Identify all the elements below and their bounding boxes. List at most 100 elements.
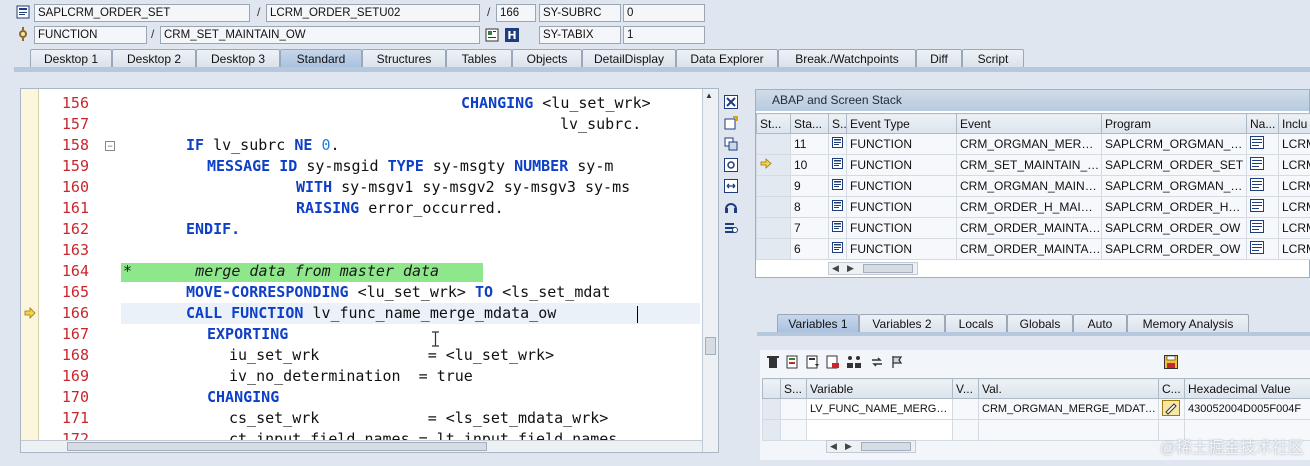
tab-locals[interactable]: Locals xyxy=(945,314,1007,333)
save-variables-icon[interactable] xyxy=(826,355,840,369)
table-row[interactable]: 11 FUNCTION CRM_ORGMAN_MERGE_... SAPLCRM… xyxy=(756,133,1310,155)
variable-name-field[interactable]: LV_FUNC_NAME_MERGE_... xyxy=(806,398,953,420)
display-icon[interactable] xyxy=(485,28,499,42)
tab-memory-analysis[interactable]: Memory Analysis xyxy=(1127,314,1249,333)
col-header[interactable]: St... xyxy=(756,113,791,134)
tab-globals[interactable]: Globals xyxy=(1007,314,1073,333)
col-header[interactable]: C... xyxy=(1158,378,1185,399)
editor-vertical-scrollbar[interactable]: ▲ xyxy=(702,89,718,452)
maximize-icon[interactable] xyxy=(722,156,740,174)
row-selector[interactable] xyxy=(756,154,791,176)
editor-horizontal-scrollbar[interactable] xyxy=(21,440,702,452)
navigate-icon[interactable] xyxy=(1246,238,1279,260)
col-header[interactable]: S... xyxy=(780,378,807,399)
navigate-icon[interactable] xyxy=(1246,175,1279,197)
table-row[interactable]: 6 FUNCTION CRM_ORDER_MAINTAIN... SAPLCRM… xyxy=(756,238,1310,260)
table-row[interactable]: 8 FUNCTION CRM_ORDER_H_MAINTA... SAPLCRM… xyxy=(756,196,1310,218)
tab-diff[interactable]: Diff xyxy=(916,49,962,68)
tab-tables[interactable]: Tables xyxy=(446,49,512,68)
code-editor[interactable]: 156 157 158 159 160 161 162 163 164 165 … xyxy=(20,88,719,453)
stack-table: St... Sta... S... Event Type Event Progr… xyxy=(756,113,1310,260)
line-number: 162 xyxy=(61,220,89,238)
col-header[interactable]: S... xyxy=(828,113,847,134)
new-tool-icon[interactable] xyxy=(722,114,740,132)
navigate-icon[interactable] xyxy=(1246,133,1279,155)
change-cell[interactable] xyxy=(1158,398,1185,420)
scroll-thumb[interactable] xyxy=(705,337,716,355)
scroll-left-icon[interactable]: ◀ xyxy=(830,441,837,452)
table-row[interactable]: 7 FUNCTION CRM_ORDER_MAINTAIN... SAPLCRM… xyxy=(756,217,1310,239)
tab-objects[interactable]: Objects xyxy=(512,49,582,68)
info-icon[interactable]: H xyxy=(505,28,519,42)
tree-icon[interactable] xyxy=(846,355,864,369)
row-selector[interactable] xyxy=(756,238,791,260)
function-field[interactable]: CRM_SET_MAINTAIN_OW xyxy=(160,26,480,44)
col-header[interactable]: Event Type xyxy=(846,113,957,134)
table-row[interactable]: LV_FUNC_NAME_MERGE_... CRM_ORGMAN_MERGE_… xyxy=(762,398,1310,420)
breakpoint-gutter[interactable] xyxy=(21,89,39,452)
row-selector[interactable] xyxy=(756,196,791,218)
row-selector[interactable] xyxy=(756,175,791,197)
pencil-icon[interactable] xyxy=(1162,399,1180,416)
hscroll-thumb[interactable] xyxy=(863,264,913,273)
col-header[interactable]: Program xyxy=(1101,113,1247,134)
navigate-icon[interactable] xyxy=(1246,154,1279,176)
export-icon[interactable] xyxy=(786,355,800,369)
tab-data-explorer[interactable]: Data Explorer xyxy=(676,49,778,68)
col-header[interactable]: Inclu xyxy=(1278,113,1310,134)
row-selector[interactable] xyxy=(762,398,781,420)
tab-desktop-3[interactable]: Desktop 3 xyxy=(196,49,280,68)
variable-name-field[interactable] xyxy=(806,419,953,441)
include-field[interactable]: LCRM_ORDER_SETU02 xyxy=(266,4,480,22)
stack-horizontal-scrollbar[interactable]: ◀ ▶ xyxy=(828,262,918,275)
tab-auto[interactable]: Auto xyxy=(1073,314,1127,333)
tab-structures[interactable]: Structures xyxy=(362,49,446,68)
settings-icon[interactable] xyxy=(722,219,740,237)
services-icon[interactable] xyxy=(722,198,740,216)
scroll-right-icon[interactable]: ▶ xyxy=(847,263,854,274)
save-icon[interactable] xyxy=(1164,355,1178,369)
col-header[interactable]: Na... xyxy=(1246,113,1279,134)
scroll-up-icon[interactable]: ▲ xyxy=(705,91,713,100)
tab-desktop-1[interactable]: Desktop 1 xyxy=(30,49,112,68)
type-field[interactable]: FUNCTION xyxy=(34,26,147,44)
col-header[interactable]: V... xyxy=(952,378,979,399)
include-name: LCRM xyxy=(1278,133,1310,155)
flag-icon[interactable] xyxy=(890,355,904,369)
close-icon[interactable] xyxy=(722,93,740,111)
scroll-right-icon[interactable]: ▶ xyxy=(845,441,852,452)
tab-desktop-2[interactable]: Desktop 2 xyxy=(112,49,196,68)
include-name: LCRM xyxy=(1278,175,1310,197)
col-header[interactable]: Event xyxy=(956,113,1102,134)
tab-break-watchpoints[interactable]: Break./Watchpoints xyxy=(778,49,916,68)
navigate-icon[interactable] xyxy=(1246,217,1279,239)
hscroll-thumb[interactable] xyxy=(861,442,911,451)
col-header[interactable]: Val. xyxy=(978,378,1159,399)
col-header[interactable]: Hexadecimal Value xyxy=(1184,378,1310,399)
program-field[interactable]: SAPLCRM_ORDER_SET xyxy=(34,4,250,22)
col-header[interactable]: Sta... xyxy=(790,113,829,134)
hscroll-thumb[interactable] xyxy=(67,442,487,451)
table-row[interactable]: 9 FUNCTION CRM_ORGMAN_MAINTAI... SAPLCRM… xyxy=(756,175,1310,197)
tab-variables-1[interactable]: Variables 1 xyxy=(777,314,859,333)
tab-detaildisplay[interactable]: DetailDisplay xyxy=(582,49,676,68)
transfer-icon[interactable] xyxy=(870,355,884,369)
row-selector[interactable] xyxy=(756,217,791,239)
tab-standard[interactable]: Standard xyxy=(280,49,362,68)
table-row-current[interactable]: 10 FUNCTION CRM_SET_MAINTAIN_OW SAPLCRM_… xyxy=(756,154,1310,176)
line-field[interactable]: 166 xyxy=(496,4,536,22)
row-selector[interactable] xyxy=(756,133,791,155)
fold-toggle-icon[interactable]: − xyxy=(105,141,115,151)
scroll-left-icon[interactable]: ◀ xyxy=(832,263,839,274)
tab-variables-2[interactable]: Variables 2 xyxy=(859,314,945,333)
tab-script[interactable]: Script xyxy=(962,49,1024,68)
resize-icon[interactable] xyxy=(722,177,740,195)
program-name: SAPLCRM_ORGMAN_OW xyxy=(1101,175,1247,197)
variables-horizontal-scrollbar[interactable]: ◀ ▶ xyxy=(826,440,916,453)
navigate-icon[interactable] xyxy=(1246,196,1279,218)
import-icon[interactable] xyxy=(806,355,820,369)
swap-tool-icon[interactable] xyxy=(722,135,740,153)
row-selector[interactable] xyxy=(762,419,781,441)
delete-icon[interactable] xyxy=(766,355,780,369)
col-header[interactable]: Variable xyxy=(806,378,953,399)
